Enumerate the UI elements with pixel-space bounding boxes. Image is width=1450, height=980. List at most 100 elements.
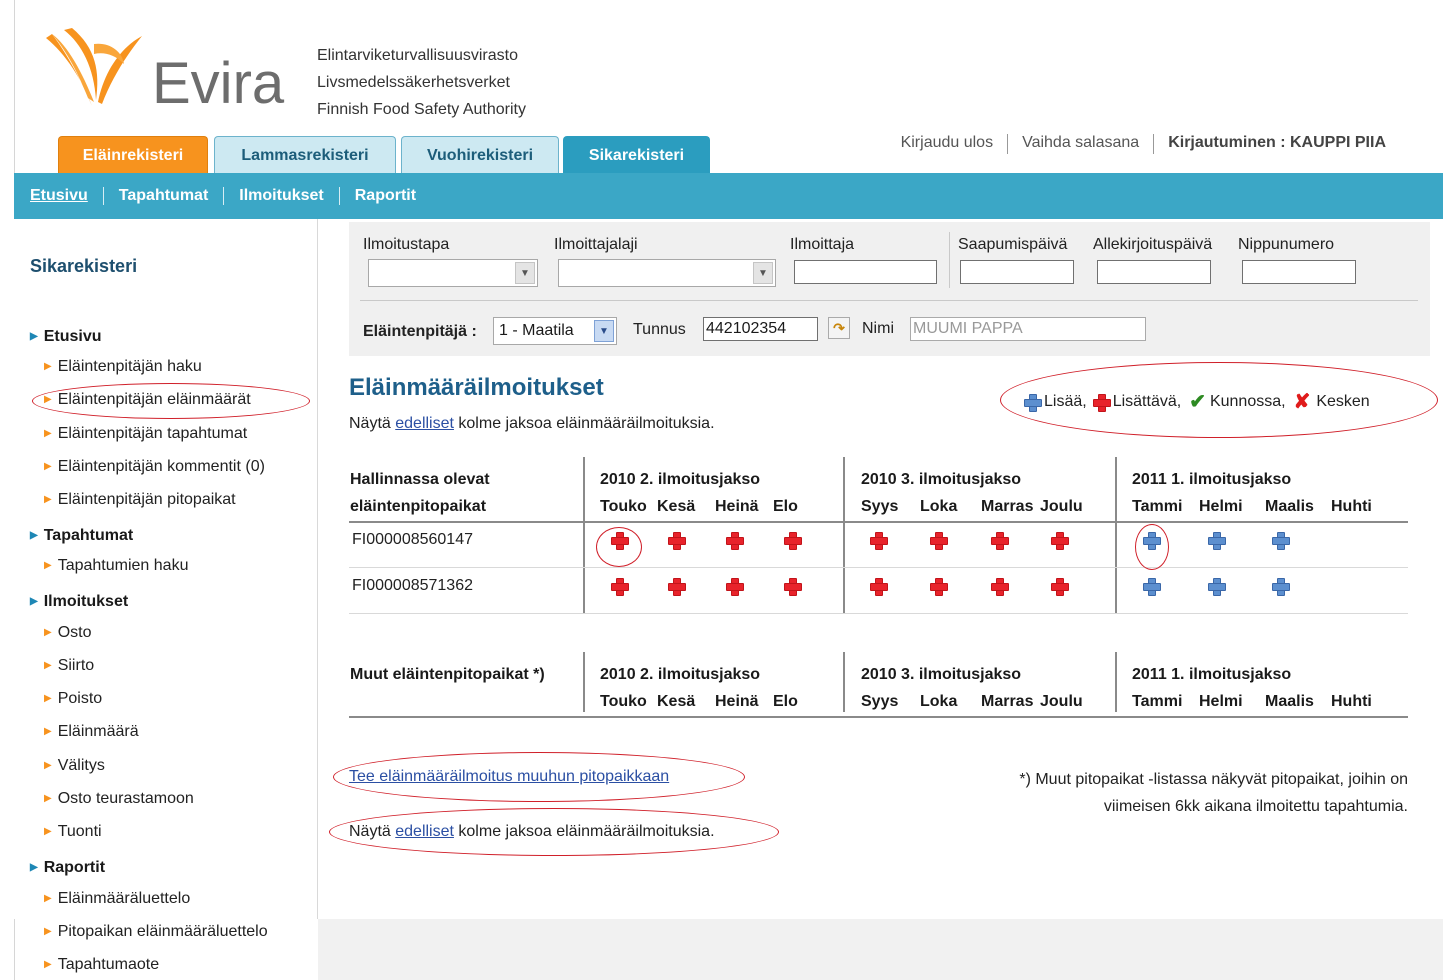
- column-divider: [583, 652, 585, 712]
- input-tunnus[interactable]: 442102354: [703, 317, 818, 341]
- search-refresh-icon[interactable]: ↷: [828, 317, 850, 339]
- select-ilmoitustapa[interactable]: ▼: [368, 259, 538, 287]
- to-add-plus-icon[interactable]: [991, 578, 1009, 596]
- input-saapumispaiva[interactable]: [960, 260, 1074, 284]
- sidebar-item-label: Raportit: [43, 859, 106, 876]
- row-divider: [349, 613, 1408, 614]
- select-ilmoittajalaji[interactable]: ▼: [558, 259, 776, 287]
- nav-tapahtumat[interactable]: Tapahtumat: [119, 187, 208, 205]
- sidebar-item-label: Siirto: [57, 657, 95, 674]
- tab-elainrekisteri[interactable]: Eläinrekisteri: [58, 136, 208, 174]
- chevron-right-icon: ▶: [30, 331, 38, 342]
- sidebar-item-label: Eläintenpitäjän pitopaikat: [57, 491, 236, 508]
- table-header-holdings: Hallinnassa olevat: [350, 471, 490, 488]
- select-elaintenpitaja[interactable]: 1 - Maatila ▼: [493, 317, 617, 345]
- to-add-plus-icon[interactable]: [726, 532, 744, 550]
- table-header-others: Muut eläintenpitopaikat *): [350, 666, 545, 683]
- period-header: 2010 3. ilmoitusjakso: [861, 666, 1022, 683]
- add-plus-icon[interactable]: [1272, 578, 1290, 596]
- to-add-plus-icon[interactable]: [1051, 578, 1069, 596]
- sidebar-item[interactable]: ▶ Tapahtumaote: [44, 956, 159, 974]
- to-add-plus-icon[interactable]: [991, 532, 1009, 550]
- sidebar-item-label: Tapahtumat: [43, 527, 134, 544]
- evira-logo[interactable]: Evira: [42, 28, 297, 116]
- to-add-plus-icon[interactable]: [726, 578, 744, 596]
- to-add-plus-icon[interactable]: [611, 578, 629, 596]
- sidebar-item[interactable]: ▶ Eläintenpitäjän pitopaikat: [44, 491, 236, 509]
- sidebar-item[interactable]: ▶ Eläintenpitäjän kommentit (0): [44, 458, 265, 476]
- month-header: Touko: [600, 498, 647, 515]
- to-add-plus-icon[interactable]: [870, 532, 888, 550]
- chevron-right-icon: ▶: [44, 760, 52, 771]
- sidebar-item[interactable]: ▶ Etusivu: [30, 328, 102, 346]
- to-add-plus-icon[interactable]: [784, 532, 802, 550]
- input-allekirjoituspaiva[interactable]: [1097, 260, 1211, 284]
- sidebar-item[interactable]: ▶ Osto teurastamoon: [44, 790, 194, 808]
- sidebar-item-label: Eläinmäärä: [57, 723, 139, 740]
- sidebar-item[interactable]: ▶ Osto: [44, 624, 92, 642]
- sidebar-item[interactable]: ▶ Eläintenpitäjän haku: [44, 358, 202, 376]
- tab-lammasrekisteri[interactable]: Lammasrekisteri: [214, 136, 396, 174]
- sidebar-item-label: Välitys: [57, 757, 105, 774]
- chevron-down-icon: ▼: [515, 262, 535, 284]
- chevron-right-icon: ▶: [30, 596, 38, 607]
- main-navbar: Etusivu Tapahtumat Ilmoitukset Raportit: [14, 173, 1443, 219]
- period-header: 2010 2. ilmoitusjakso: [600, 666, 761, 683]
- chevron-right-icon: ▶: [44, 428, 52, 439]
- month-header: Maalis: [1265, 693, 1314, 710]
- highlight-oval-link: [333, 752, 745, 802]
- sidebar-item[interactable]: ▶ Siirto: [44, 657, 94, 675]
- to-add-plus-icon[interactable]: [930, 532, 948, 550]
- input-ilmoittaja[interactable]: [794, 260, 937, 284]
- footnote-line1: *) Muut pitopaikat -listassa näkyvät pit…: [1019, 771, 1408, 788]
- to-add-plus-icon[interactable]: [784, 578, 802, 596]
- add-plus-icon[interactable]: [1272, 532, 1290, 550]
- sidebar: Sikarekisteri ▶ Etusivu ▶ Eläintenpitäjän h…: [14, 219, 318, 973]
- sidebar-item[interactable]: ▶ Ilmoitukset: [30, 593, 128, 611]
- tab-sikarekisteri[interactable]: Sikarekisteri: [563, 136, 710, 174]
- add-plus-icon[interactable]: [1143, 578, 1161, 596]
- logo-subtitle-sv: Livsmedelssäkerhetsverket: [317, 74, 510, 91]
- to-add-plus-icon[interactable]: [870, 578, 888, 596]
- column-divider: [1115, 652, 1117, 712]
- sidebar-item-label: Osto: [57, 624, 92, 641]
- highlight-oval-legend: [1000, 362, 1438, 438]
- label-ilmoittajalaji: Ilmoittajalaji: [554, 236, 638, 253]
- sidebar-item-label: Etusivu: [43, 328, 102, 345]
- chevron-down-icon: ▼: [594, 320, 614, 342]
- sidebar-item[interactable]: ▶ Tuonti: [44, 823, 102, 841]
- nav-etusivu[interactable]: Etusivu: [30, 187, 88, 205]
- to-add-plus-icon[interactable]: [930, 578, 948, 596]
- sidebar-item[interactable]: ▶ Raportit: [30, 859, 105, 877]
- sidebar-item[interactable]: ▶ Tapahtumat: [30, 527, 133, 545]
- month-header: Heinä: [715, 693, 759, 710]
- tab-vuohirekisteri[interactable]: Vuohirekisteri: [401, 136, 559, 174]
- to-add-plus-icon[interactable]: [668, 532, 686, 550]
- month-header: Elo: [773, 693, 798, 710]
- add-plus-icon[interactable]: [1208, 532, 1226, 550]
- sidebar-item[interactable]: ▶ Poisto: [44, 690, 102, 708]
- input-nippunumero[interactable]: [1242, 260, 1356, 284]
- logout-link[interactable]: Kirjaudu ulos: [901, 134, 994, 154]
- sidebar-item[interactable]: ▶ Eläinmääräluettelo: [44, 890, 190, 908]
- add-plus-icon[interactable]: [1208, 578, 1226, 596]
- sidebar-item[interactable]: ▶ Eläinmäärä: [44, 723, 139, 741]
- month-header: Heinä: [715, 498, 759, 515]
- nav-ilmoitukset[interactable]: Ilmoitukset: [239, 187, 323, 205]
- to-add-plus-icon[interactable]: [668, 578, 686, 596]
- month-header: Loka: [920, 498, 958, 515]
- chevron-right-icon: ▶: [44, 793, 52, 804]
- nav-raportit[interactable]: Raportit: [355, 187, 416, 205]
- highlight-oval-cell: [596, 527, 642, 567]
- sidebar-item-label: Tapahtumien haku: [57, 557, 189, 574]
- change-password-link[interactable]: Vaihda salasana: [1022, 134, 1139, 154]
- show-previous-link[interactable]: edelliset: [395, 415, 454, 432]
- sidebar-item[interactable]: ▶ Tapahtumien haku: [44, 557, 188, 575]
- chevron-right-icon: ▶: [44, 959, 52, 970]
- to-add-plus-icon[interactable]: [1051, 532, 1069, 550]
- sidebar-item[interactable]: ▶ Pitopaikan eläinmääräluettelo: [44, 923, 268, 941]
- sidebar-item[interactable]: ▶ Eläintenpitäjän tapahtumat: [44, 425, 247, 443]
- sidebar-item-label: Pitopaikan eläinmääräluettelo: [57, 923, 268, 940]
- chevron-down-icon: ▼: [753, 262, 773, 284]
- sidebar-item[interactable]: ▶ Välitys: [44, 757, 105, 775]
